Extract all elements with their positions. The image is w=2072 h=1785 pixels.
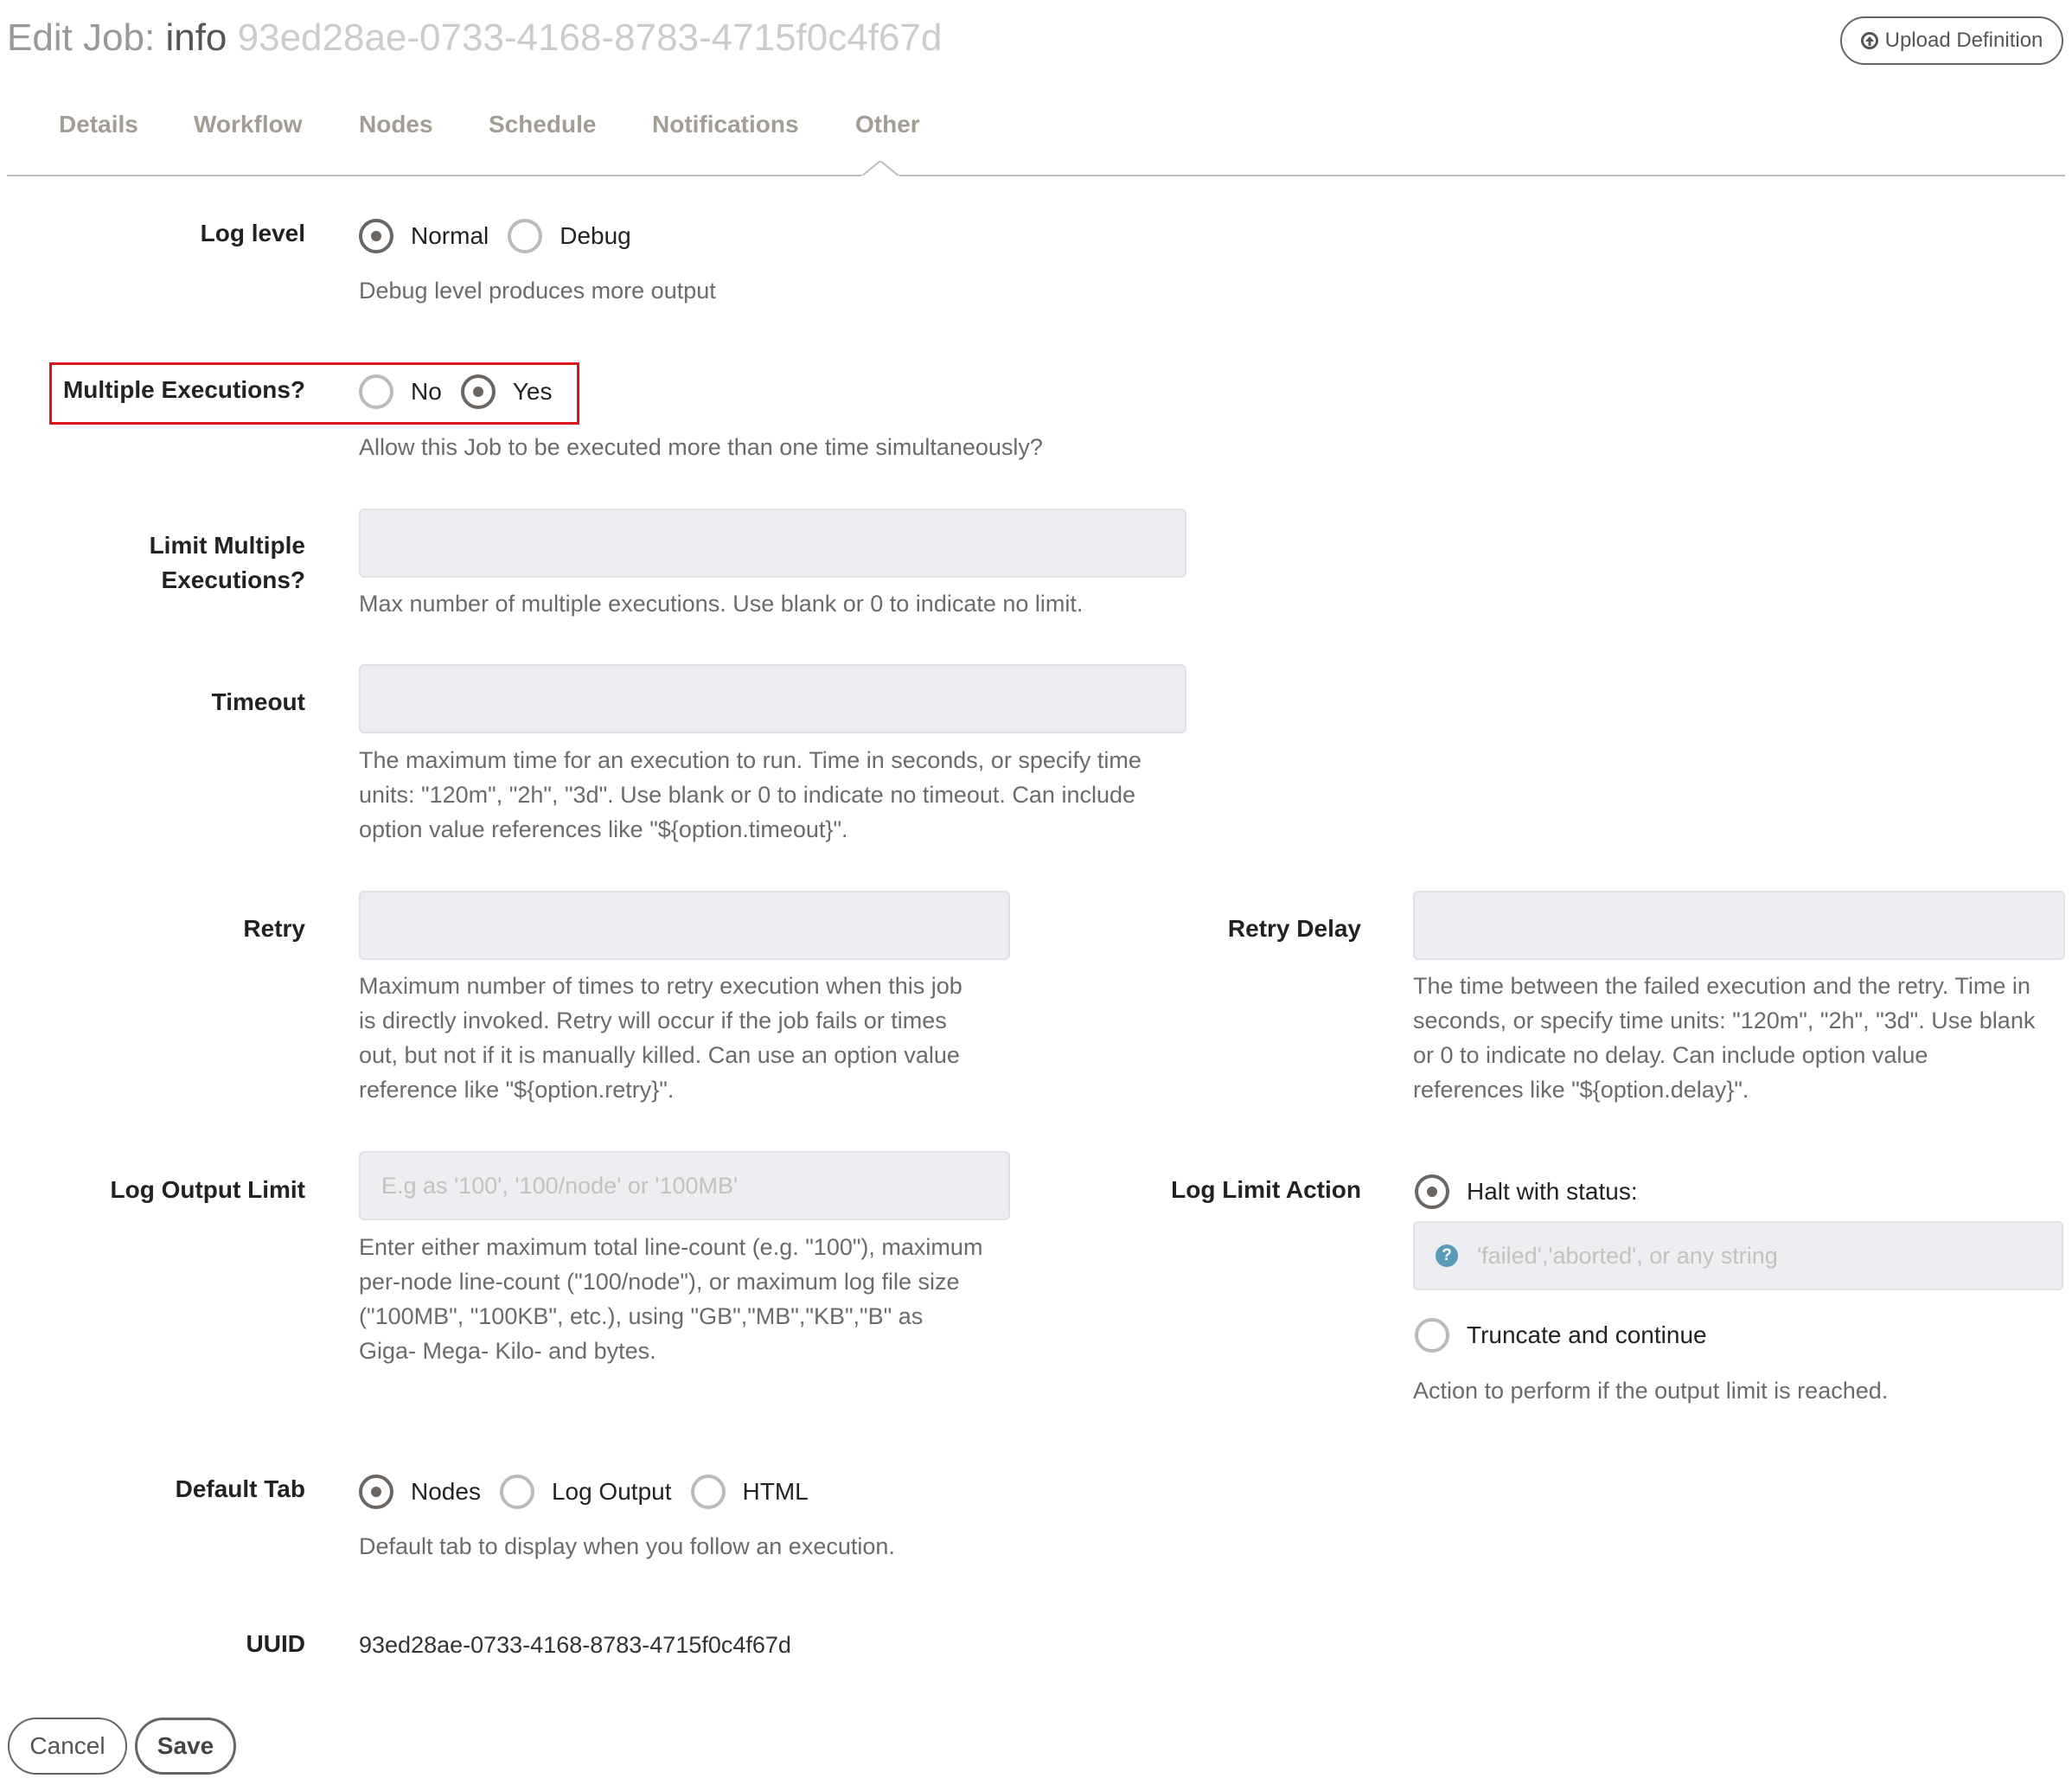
log-limit-action-label: Log Limit Action <box>1171 1176 1361 1203</box>
default-tab-log-output-radio[interactable] <box>499 1475 534 1509</box>
default-tab-nodes-label[interactable]: Nodes <box>411 1478 481 1506</box>
multiple-executions-no-label[interactable]: No <box>411 378 442 406</box>
log-level-normal-radio[interactable] <box>359 219 393 253</box>
multiple-executions-no-radio[interactable] <box>359 374 393 409</box>
log-output-limit-help: Enter either maximum total line-count (e… <box>359 1230 982 1368</box>
limit-multiple-input[interactable] <box>359 509 1186 578</box>
multiple-executions-yes-label[interactable]: Yes <box>513 378 553 406</box>
log-limit-halt-option: Halt with status: <box>1415 1174 1657 1209</box>
log-limit-action-help: Action to perform if the output limit is… <box>1413 1378 1889 1404</box>
log-output-limit-label: Log Output Limit <box>110 1176 306 1203</box>
uuid-value: 93ed28ae-0733-4168-8783-4715f0c4f67d <box>359 1632 791 1658</box>
retry-delay-help-line: seconds, or specify time units: "120m", … <box>1413 1008 2036 1033</box>
log-output-limit-placeholder: E.g as '100', '100/node' or '100MB' <box>381 1172 739 1199</box>
default-tab-html-radio[interactable] <box>690 1475 726 1509</box>
log-limit-truncate-option: Truncate and continue <box>1415 1318 1726 1353</box>
limit-multiple-label-line1: Limit Multiple <box>149 532 305 559</box>
log-limit-halt-label[interactable]: Halt with status: <box>1467 1178 1638 1206</box>
log-output-limit-help-line: Enter either maximum total line-count (e… <box>359 1234 983 1260</box>
default-tab-html-label[interactable]: HTML <box>743 1478 809 1506</box>
timeout-help-line: The maximum time for an execution to run… <box>359 747 1142 773</box>
tab-notifications[interactable]: Notifications <box>652 111 799 138</box>
tab-schedule[interactable]: Schedule <box>489 111 596 138</box>
active-tab-caret <box>859 159 902 182</box>
retry-help-line: Maximum number of times to retry executi… <box>359 973 962 999</box>
retry-delay-help-line: or 0 to indicate no delay. Can include o… <box>1413 1042 1928 1068</box>
retry-label: Retry <box>243 915 305 942</box>
timeout-help-line: units: "120m", "2h", "3d". Use blank or … <box>359 782 1136 808</box>
multiple-executions-help: Allow this Job to be executed more than … <box>359 434 1043 460</box>
timeout-help-line: option value references like "${option.t… <box>359 816 848 842</box>
retry-help: Maximum number of times to retry executi… <box>359 969 962 1107</box>
multiple-executions-label: Multiple Executions? <box>62 376 305 403</box>
save-button[interactable]: Save <box>135 1718 236 1775</box>
timeout-help: The maximum time for an execution to run… <box>359 743 1142 847</box>
limit-multiple-label-line2: Executions? <box>161 566 305 593</box>
tab-divider <box>7 175 2065 176</box>
retry-help-line: reference like "${option.retry}". <box>359 1077 675 1103</box>
log-output-limit-input[interactable]: E.g as '100', '100/node' or '100MB' <box>359 1151 1010 1220</box>
tab-workflow[interactable]: Workflow <box>194 111 302 138</box>
question-circle-icon[interactable]: ? <box>1436 1244 1458 1267</box>
job-uuid: 93ed28ae-0733-4168-8783-4715f0c4f67d <box>237 16 943 59</box>
log-level-debug-radio[interactable] <box>508 219 543 253</box>
timeout-label: Timeout <box>211 688 305 715</box>
upload-definition-label: Upload Definition <box>1884 29 2043 52</box>
log-limit-truncate-radio[interactable] <box>1415 1318 1449 1353</box>
tab-nodes[interactable]: Nodes <box>359 111 433 138</box>
cancel-button[interactable]: Cancel <box>8 1718 127 1775</box>
limit-multiple-label: Limit Multiple Executions? <box>11 528 305 598</box>
halt-status-input[interactable]: ? 'failed','aborted', or any string <box>1413 1221 2063 1290</box>
log-level-normal-label[interactable]: Normal <box>411 222 489 250</box>
log-limit-truncate-label[interactable]: Truncate and continue <box>1467 1321 1707 1349</box>
page-title: Edit Job: info 93ed28ae-0733-4168-8783-4… <box>7 12 942 64</box>
upload-circle-arrow-icon <box>1860 32 1878 49</box>
multiple-executions-radio-group: No Yes <box>359 374 571 409</box>
retry-help-line: is directly invoked. Retry will occur if… <box>359 1008 947 1033</box>
tab-details[interactable]: Details <box>59 111 138 138</box>
default-tab-label: Default Tab <box>175 1475 305 1502</box>
default-tab-radio-group: Nodes Log Output HTML <box>359 1475 828 1509</box>
retry-input[interactable] <box>359 891 1010 960</box>
limit-multiple-help: Max number of multiple executions. Use b… <box>359 591 1084 617</box>
timeout-input[interactable] <box>359 664 1186 733</box>
log-output-limit-help-line: Giga- Mega- Kilo- and bytes. <box>359 1338 656 1364</box>
log-level-debug-label[interactable]: Debug <box>560 222 631 250</box>
log-limit-halt-radio[interactable] <box>1415 1174 1449 1209</box>
log-output-limit-help-line: ("100MB", "100KB", etc.), using "GB","MB… <box>359 1303 924 1329</box>
retry-help-line: out, but not if it is manually killed. C… <box>359 1042 960 1068</box>
upload-definition-button[interactable]: Upload Definition <box>1840 16 2063 65</box>
tab-other[interactable]: Other <box>855 111 920 138</box>
log-level-radio-group: Normal Debug <box>359 219 650 253</box>
log-output-limit-help-line: per-node line-count ("100/node"), or max… <box>359 1269 960 1295</box>
uuid-label: UUID <box>246 1630 305 1657</box>
log-level-help: Debug level produces more output <box>359 278 716 304</box>
retry-delay-help: The time between the failed execution an… <box>1413 969 2035 1107</box>
default-tab-log-output-label[interactable]: Log Output <box>552 1478 672 1506</box>
retry-delay-input[interactable] <box>1413 891 2065 960</box>
halt-status-placeholder: 'failed','aborted', or any string <box>1477 1242 1778 1269</box>
default-tab-help: Default tab to display when you follow a… <box>359 1533 895 1559</box>
log-level-label: Log level <box>200 220 305 246</box>
multiple-executions-yes-radio[interactable] <box>460 374 496 409</box>
title-prefix: Edit Job: <box>7 16 156 59</box>
retry-delay-label: Retry Delay <box>1227 915 1361 942</box>
retry-delay-help-line: The time between the failed execution an… <box>1413 973 2030 999</box>
retry-delay-help-line: references like "${option.delay}". <box>1413 1077 1749 1103</box>
job-name: info <box>165 16 227 59</box>
default-tab-nodes-radio[interactable] <box>359 1475 393 1509</box>
